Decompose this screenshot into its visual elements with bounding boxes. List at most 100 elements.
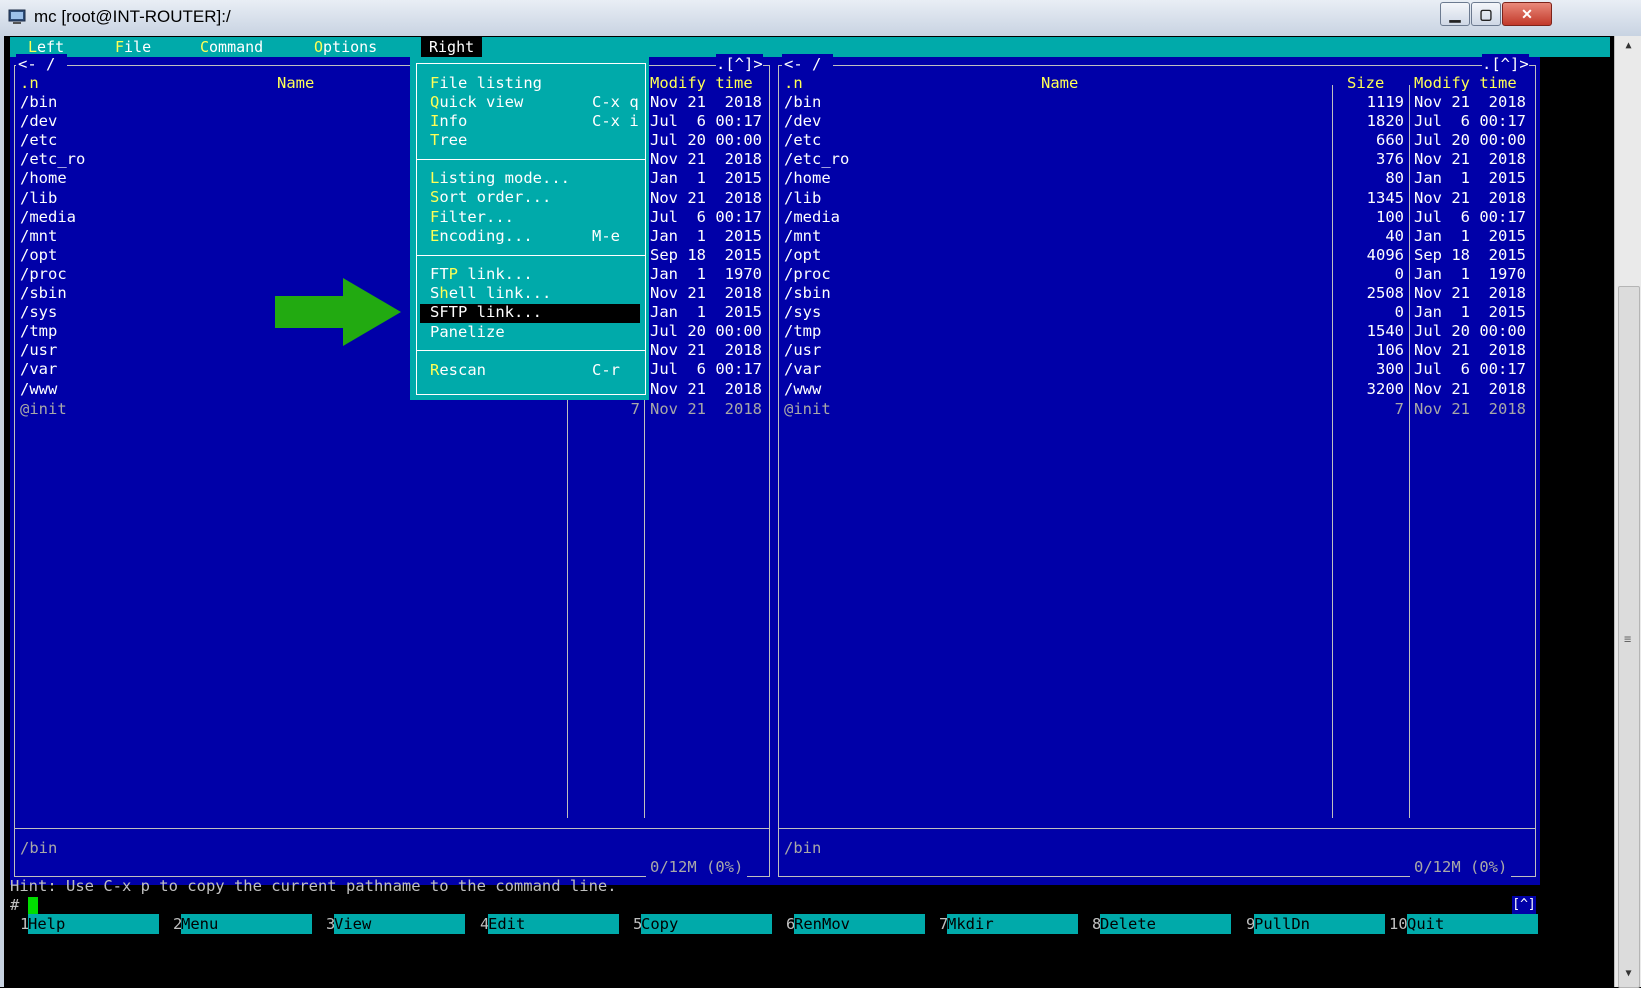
right-file-name[interactable]: /etc_ro — [784, 149, 849, 169]
window-titlebar[interactable] — [0, 0, 1641, 37]
dropdown-item[interactable]: Shell link... — [430, 283, 551, 303]
dropdown-item[interactable]: Sort order... — [430, 187, 551, 207]
right-file-name[interactable]: /opt — [784, 245, 821, 265]
shell-prompt: # — [10, 896, 20, 914]
dropdown-item[interactable]: Info — [430, 111, 467, 131]
left-file-name[interactable]: /opt — [20, 245, 57, 265]
right-file-name[interactable]: /etc — [784, 130, 821, 150]
right-file-name[interactable]: /var — [784, 359, 821, 379]
right-file-size: 106 — [1376, 341, 1404, 359]
right-file-name[interactable]: /bin — [784, 92, 821, 112]
left-file-name[interactable]: /proc — [20, 264, 67, 284]
left-file-name[interactable]: /etc — [20, 130, 57, 150]
left-file-name[interactable]: /sys — [20, 302, 57, 322]
right-panel-path[interactable]: <- / — [782, 54, 833, 74]
dropdown-item[interactable]: SFTP link... — [430, 302, 542, 322]
right-panel-hotlist[interactable]: .[^]> — [1482, 54, 1529, 74]
right-file-name[interactable]: /tmp — [784, 321, 821, 341]
right-header-mtime[interactable]: Modify time — [1414, 73, 1517, 93]
left-init-size: 7 — [630, 400, 640, 418]
left-file-name[interactable]: /bin — [20, 92, 57, 112]
dropdown-item[interactable]: Encoding... — [430, 226, 533, 246]
right-file-mtime: Jan 1 2015 — [1414, 303, 1526, 321]
dropdown-item[interactable]: File listing — [430, 73, 542, 93]
left-file-mtime: Jul 6 00:17 — [650, 360, 762, 378]
right-file-name[interactable]: /lib — [784, 188, 821, 208]
menu-command[interactable]: Command — [200, 37, 263, 57]
fkey-mkdir-button[interactable]: Mkdir — [947, 914, 1078, 934]
dropdown-item[interactable]: Tree — [430, 130, 467, 150]
left-file-mtime: Jul 20 00:00 — [650, 322, 762, 340]
left-file-name[interactable]: /media — [20, 207, 76, 227]
command-history-button[interactable]: [^] — [1512, 896, 1536, 914]
right-file-mtime: Jan 1 2015 — [1414, 169, 1526, 187]
right-file-name[interactable]: /mnt — [784, 226, 821, 246]
left-file-name[interactable]: /var — [20, 359, 57, 379]
left-file-name[interactable]: /dev — [20, 111, 57, 131]
menu-file[interactable]: File — [115, 37, 151, 57]
left-file-name[interactable]: /etc_ro — [20, 149, 85, 169]
right-header-name[interactable]: Name — [1041, 73, 1078, 93]
right-file-name[interactable]: /dev — [784, 111, 821, 131]
right-header-size[interactable]: Size — [1347, 73, 1384, 93]
maximize-button[interactable]: ▢ — [1471, 2, 1501, 26]
left-panel-path[interactable]: <- / — [16, 54, 67, 74]
dropdown-item[interactable]: Rescan — [430, 360, 486, 380]
menu-right[interactable]: Right — [421, 37, 483, 57]
fkey-quit-button[interactable]: Quit — [1407, 914, 1538, 934]
right-file-mtime: Nov 21 2018 — [1414, 189, 1526, 207]
right-file-name[interactable]: /www — [784, 379, 821, 399]
scroll-down-icon[interactable]: ▼ — [1615, 964, 1641, 984]
fkey-pulldn-button[interactable]: PullDn — [1254, 914, 1385, 934]
right-file-size: 3200 — [1366, 380, 1404, 398]
left-header-mtime[interactable]: Modify time — [650, 73, 753, 93]
fkey-menu-button[interactable]: Menu — [181, 914, 312, 934]
left-file-mtime: Jan 1 2015 — [650, 169, 762, 187]
right-file-mtime: Jul 20 00:00 — [1414, 131, 1526, 149]
left-disk-usage: 0/12M (0%) — [646, 857, 748, 877]
left-file-name[interactable]: /usr — [20, 340, 57, 360]
dropdown-item[interactable]: Listing mode... — [430, 168, 570, 188]
dropdown-item[interactable]: Quick view — [430, 92, 523, 112]
fkey-delete-button[interactable]: Delete — [1100, 914, 1231, 934]
left-file-name[interactable]: /home — [20, 168, 67, 188]
minimize-button[interactable]: ▁ — [1440, 2, 1470, 26]
dropdown-shortcut: M-e — [592, 227, 620, 245]
right-disk-usage: 0/12M (0%) — [1410, 857, 1512, 877]
window-title: mc [root@INT-ROUTER]:/ — [34, 7, 231, 26]
right-file-size: 0 — [1394, 303, 1404, 321]
fkey-copy-button[interactable]: Copy — [641, 914, 772, 934]
left-file-name[interactable]: /tmp — [20, 321, 57, 341]
right-file-name[interactable]: /sys — [784, 302, 821, 322]
left-file-name[interactable]: /sbin — [20, 283, 67, 303]
right-header-n[interactable]: .n — [784, 73, 803, 93]
fkey-edit-button[interactable]: Edit — [488, 914, 619, 934]
left-init-name[interactable]: @init — [20, 399, 67, 419]
right-file-name[interactable]: /sbin — [784, 283, 831, 303]
right-file-name[interactable]: /usr — [784, 340, 821, 360]
right-init-name[interactable]: @init — [784, 399, 831, 419]
left-header-name[interactable]: Name — [277, 73, 314, 93]
right-file-name[interactable]: /media — [784, 207, 840, 227]
left-panel-hotlist[interactable]: .[^]> — [716, 54, 763, 74]
fkey-renmov-button[interactable]: RenMov — [794, 914, 925, 934]
left-file-name[interactable]: /mnt — [20, 226, 57, 246]
dropdown-item[interactable]: FTP link... — [430, 264, 533, 284]
right-file-name[interactable]: /proc — [784, 264, 831, 284]
fkey-view-button[interactable]: View — [334, 914, 465, 934]
close-button[interactable]: ✕ — [1502, 2, 1552, 26]
right-file-name[interactable]: /home — [784, 168, 831, 188]
scroll-up-icon[interactable]: ▲ — [1615, 36, 1641, 56]
left-file-name[interactable]: /lib — [20, 188, 57, 208]
menu-options[interactable]: Options — [314, 37, 377, 57]
vertical-scrollbar[interactable]: ▲ ≡ ▼ — [1614, 36, 1641, 988]
fkey-help-button[interactable]: Help — [28, 914, 159, 934]
left-header-n[interactable]: .n — [20, 73, 39, 93]
left-file-name[interactable]: /www — [20, 379, 57, 399]
terminal-icon — [8, 9, 26, 24]
right-file-mtime: Nov 21 2018 — [1414, 380, 1526, 398]
dropdown-item[interactable]: Panelize — [430, 322, 505, 342]
dropdown-separator — [416, 350, 646, 351]
dropdown-item[interactable]: Filter... — [430, 207, 514, 227]
command-cursor[interactable] — [28, 897, 38, 915]
